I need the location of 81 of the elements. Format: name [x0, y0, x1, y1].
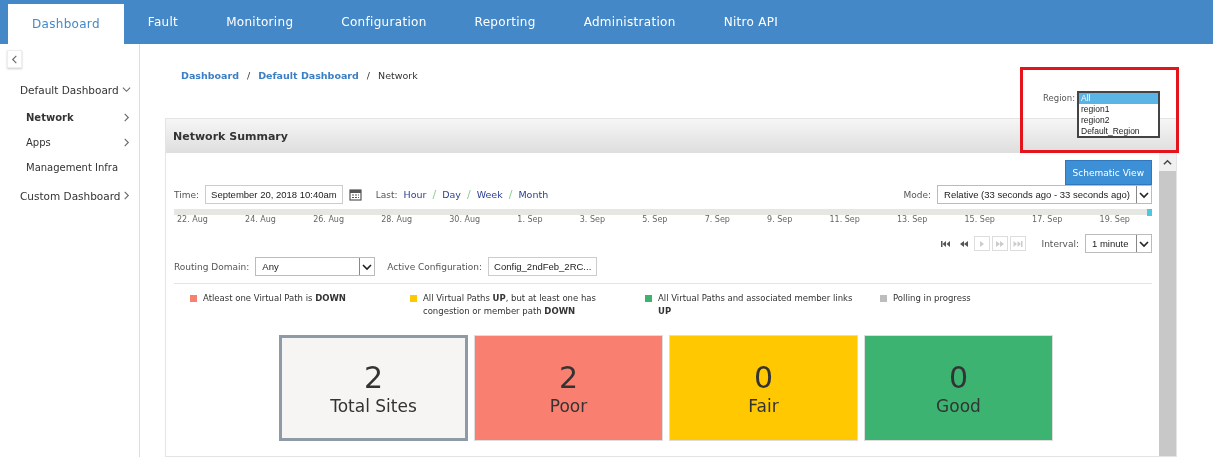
timeline-label: 1. Sep [517, 215, 543, 224]
timeline-label: 5. Sep [642, 215, 668, 224]
skip-last-icon [1012, 239, 1023, 248]
legend-text: Atleast one Virtual Path is DOWN [203, 292, 346, 305]
range-link[interactable]: Week [476, 189, 503, 200]
chevron-left-icon [10, 54, 19, 64]
timeline-label: 13. Sep [897, 215, 928, 224]
timeline-label: 7. Sep [704, 215, 730, 224]
slash-separator: / [508, 188, 513, 201]
chevron-right-icon [122, 113, 131, 122]
scrollbar[interactable] [1159, 153, 1176, 456]
timeline-label: 30. Aug [449, 215, 481, 224]
timeline-handle[interactable] [1147, 209, 1152, 216]
legend-text: All Virtual Paths and associated member links UP [658, 292, 854, 318]
routing-domain-label: Routing Domain: [174, 261, 250, 272]
collapse-button[interactable] [7, 50, 22, 68]
time-label: Time: [174, 189, 200, 200]
fast-forward-icon [994, 239, 1005, 248]
interval-select[interactable]: 1 minute [1085, 234, 1152, 253]
timeline-label: 19. Sep [1099, 215, 1130, 224]
total-tile[interactable]: 2 Total Sites [279, 335, 468, 441]
nav-tab[interactable]: Administration [559, 0, 700, 44]
last-label: Last: [375, 189, 398, 200]
timeline-label: 9. Sep [767, 215, 793, 224]
timeline-label: 28. Aug [381, 215, 413, 224]
mode-select[interactable]: Relative (33 seconds ago - 33 seconds ago) [937, 185, 1152, 204]
sidebar-item[interactable]: Custom Dashboard [0, 180, 139, 211]
region-label: Region: [1043, 93, 1075, 105]
nav-tab[interactable]: Reporting [450, 0, 560, 44]
breadcrumb-current: Network [378, 70, 418, 83]
breadcrumb-link[interactable]: Default Dashboard [258, 70, 359, 118]
nav-tab[interactable]: Monitoring [202, 0, 318, 44]
chevron-down-icon [1139, 239, 1149, 248]
region-option[interactable]: Default_Region [1079, 126, 1158, 137]
calendar-icon[interactable] [348, 188, 362, 201]
timeline-label: 11. Sep [829, 215, 860, 224]
range-link[interactable]: Day [442, 189, 461, 200]
sidebar-item[interactable]: Management Infra [0, 155, 139, 180]
timeline-label: 22. Aug [177, 215, 208, 224]
sidebar-item[interactable]: Apps [0, 130, 139, 155]
chevron-up-icon[interactable] [1163, 157, 1172, 167]
breadcrumb-link[interactable]: Dashboard [181, 70, 239, 118]
slash-separator: / [432, 188, 437, 201]
breadcrumb-separator: / [366, 70, 371, 83]
chevron-right-icon [122, 191, 131, 200]
range-link[interactable]: Month [518, 189, 549, 200]
timeline-track[interactable] [174, 209, 1152, 215]
sidebar-item[interactable]: Network [0, 105, 139, 130]
timeline-label: 24. Aug [245, 215, 276, 224]
chevron-right-icon [122, 138, 131, 147]
sidebar-item[interactable]: Default Dashboard [0, 74, 139, 105]
range-link[interactable]: Hour [403, 189, 427, 200]
chevron-down-icon [362, 262, 373, 271]
region-option[interactable]: region1 [1079, 104, 1158, 115]
nav-tab[interactable]: Configuration [317, 0, 451, 44]
time-field[interactable]: September 20, 2018 10:40am [205, 185, 343, 204]
active-configuration-label: Active Configuration: [387, 261, 483, 272]
legend-text: Polling in progress [893, 292, 971, 305]
routing-domain-select[interactable]: Any [255, 257, 376, 276]
status-tile[interactable]: 0 Good [864, 335, 1053, 441]
nav-tab[interactable]: Dashboard [8, 4, 124, 44]
mode-label: Mode: [903, 189, 932, 200]
timeline-label: 15. Sep [964, 215, 995, 224]
timeline-label: 26. Aug [313, 215, 344, 224]
active-configuration-field[interactable]: Config_2ndFeb_2RC... [488, 257, 598, 276]
status-tile[interactable]: 2 Poor [474, 335, 663, 441]
status-tile[interactable]: 0 Fair [669, 335, 858, 441]
legend-text: All Virtual Paths UP, but at least one has congestion or member path DOWN [423, 292, 597, 318]
region-listbox[interactable]: All region1 region2 Default_Region [1077, 91, 1160, 138]
timeline-label: 17. Sep [1032, 215, 1063, 224]
nav-tab[interactable]: Fault [123, 0, 203, 44]
nav-tab[interactable]: Nitro API [699, 0, 803, 44]
timeline-label: 3. Sep [579, 215, 605, 224]
chevron-down-icon [122, 85, 131, 94]
slash-separator: / [466, 188, 471, 201]
region-option[interactable]: region2 [1079, 115, 1158, 126]
interval-label: Interval: [1041, 238, 1079, 249]
chevron-down-icon [1139, 190, 1149, 199]
breadcrumb-separator: / [246, 70, 251, 83]
rewind-icon [958, 239, 969, 248]
skip-first-icon [940, 239, 951, 248]
